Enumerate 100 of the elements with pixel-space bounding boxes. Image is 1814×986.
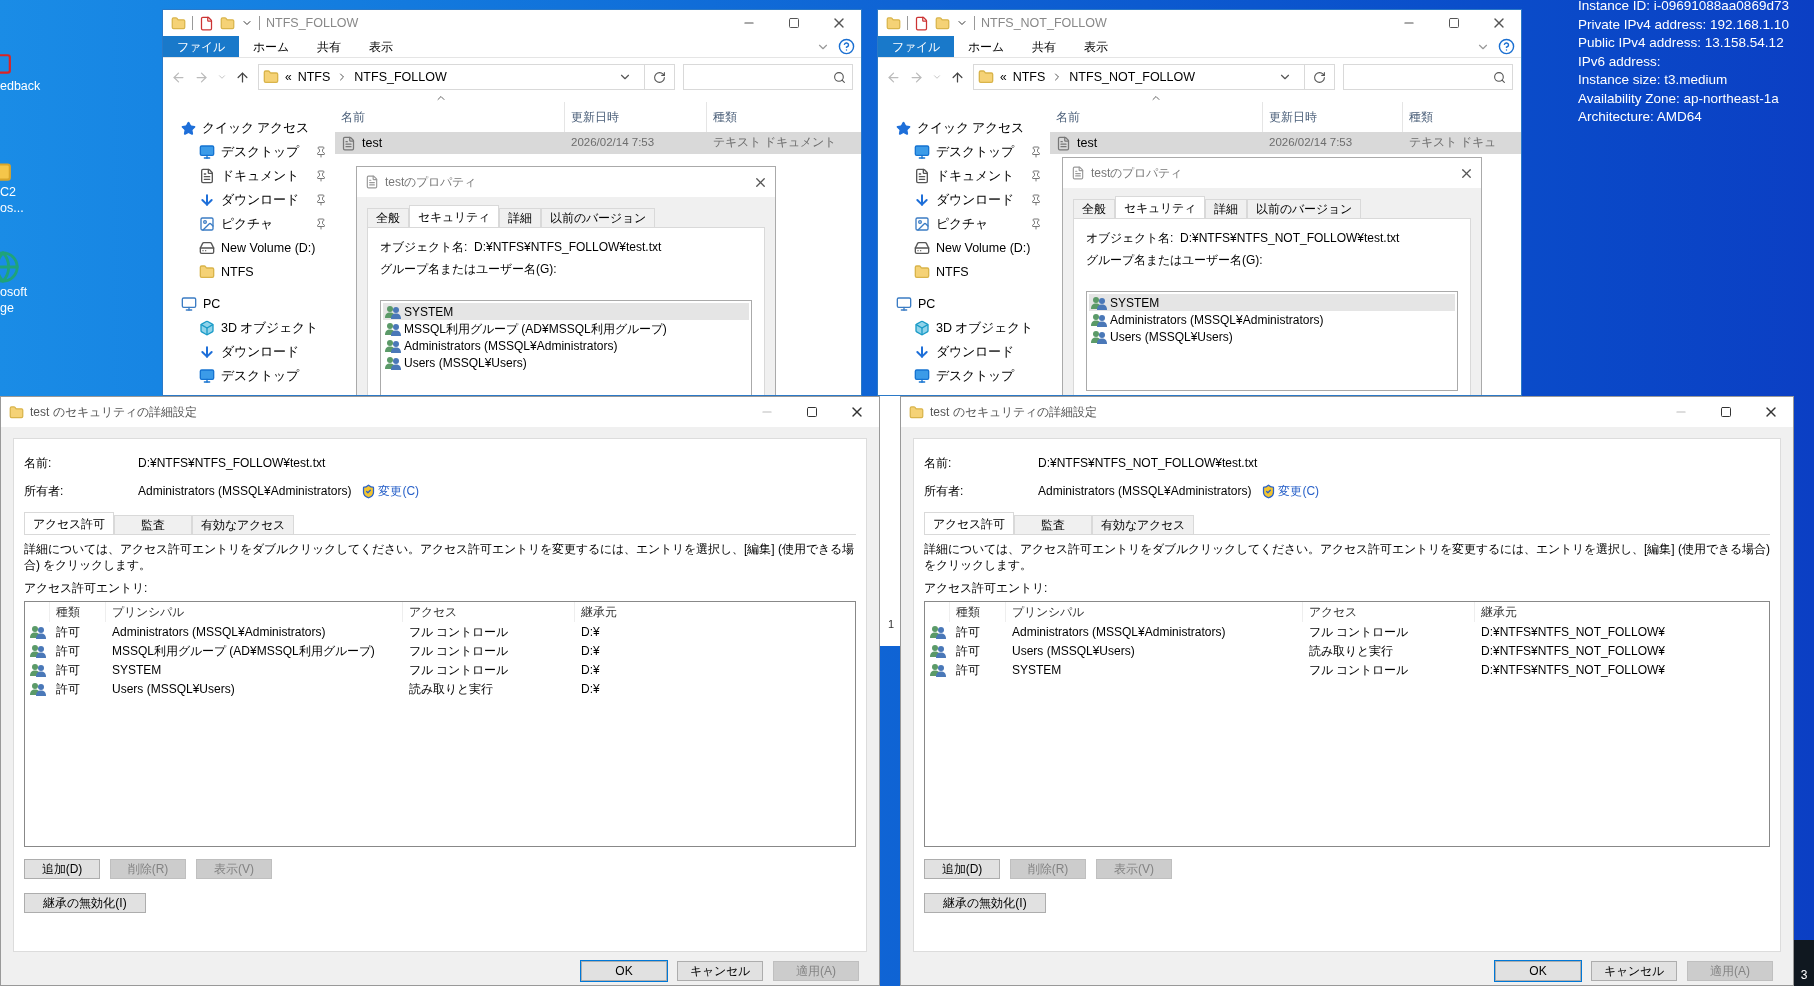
change-owner-link[interactable]: 変更(C) bbox=[1278, 482, 1320, 500]
ribbon-tab[interactable]: 表示 bbox=[1070, 36, 1122, 57]
change-owner-link[interactable]: 変更(C) bbox=[378, 482, 420, 500]
table-cell-text: D:¥ bbox=[580, 661, 600, 679]
breadcrumb-overflow[interactable]: « bbox=[1000, 68, 1007, 86]
ribbon-tab[interactable]: 表示 bbox=[355, 36, 407, 57]
drive-icon bbox=[914, 240, 930, 256]
nav-item[interactable]: ダウンロード bbox=[914, 340, 1048, 364]
help-icon[interactable] bbox=[838, 38, 855, 55]
dialog-tab[interactable]: 監査 bbox=[114, 515, 192, 534]
breadcrumb-item[interactable]: NTFS bbox=[1012, 67, 1046, 87]
breadcrumb-item[interactable]: NTFS_FOLLOW bbox=[354, 67, 447, 87]
nav-item[interactable]: 3D オブジェクト bbox=[914, 316, 1048, 340]
action-button[interactable]: 追加(D) bbox=[24, 859, 100, 879]
dialog-tab[interactable]: アクセス許可 bbox=[924, 512, 1014, 534]
ribbon-tab[interactable]: 共有 bbox=[303, 36, 355, 57]
dialog-tab[interactable]: 有効なアクセス bbox=[192, 515, 294, 534]
dialog-button[interactable]: OK bbox=[1495, 961, 1581, 981]
forward-icon[interactable] bbox=[194, 69, 209, 85]
ribbon-tab[interactable]: ホーム bbox=[239, 36, 303, 57]
nav-item[interactable]: デスクトップ bbox=[199, 364, 333, 388]
search-field[interactable] bbox=[683, 64, 853, 90]
object-name: D:¥NTFS¥NTFS_NOT_FOLLOW¥test.txt bbox=[1180, 230, 1400, 247]
dialog-tab[interactable]: セキュリティ bbox=[1115, 196, 1205, 218]
principal-item[interactable]: SYSTEM bbox=[383, 303, 749, 320]
ribbon-tab[interactable]: 共有 bbox=[1018, 36, 1070, 57]
column-header[interactable]: 種類 bbox=[950, 602, 1006, 622]
refresh-icon bbox=[653, 70, 666, 84]
dialog-button[interactable]: OK bbox=[581, 961, 667, 981]
nav-item[interactable]: クイック アクセス bbox=[181, 116, 333, 140]
table-cell-text: フル コントロール bbox=[1308, 661, 1410, 679]
back-icon[interactable] bbox=[171, 69, 186, 85]
dialog-tab[interactable]: 監査 bbox=[1014, 515, 1092, 534]
nav-item[interactable]: ダウンロード bbox=[199, 188, 333, 212]
column-header[interactable]: 継承元 bbox=[1475, 602, 1769, 622]
dialog-tab[interactable]: 詳細 bbox=[1205, 199, 1247, 218]
nav-item[interactable]: デスクトップ bbox=[914, 364, 1048, 388]
dialog-button[interactable]: キャンセル bbox=[677, 961, 763, 981]
nav-item[interactable]: ピクチャ bbox=[199, 212, 333, 236]
dialog-tab[interactable]: 以前のバージョン bbox=[1247, 199, 1361, 218]
column-header[interactable]: プリンシパル bbox=[106, 602, 403, 622]
nav-item[interactable]: デスクトップ bbox=[199, 140, 333, 164]
breadcrumb-overflow[interactable]: « bbox=[285, 68, 292, 86]
nav-item[interactable]: 3D オブジェクト bbox=[199, 316, 333, 340]
address-bar[interactable]: « NTFS NTFS_FOLLOW bbox=[258, 64, 675, 90]
ribbon-tab[interactable]: ファイル bbox=[163, 36, 239, 57]
dialog-tab[interactable]: 全般 bbox=[367, 208, 409, 227]
nav-item[interactable]: ピクチャ bbox=[914, 212, 1048, 236]
nav-item[interactable]: ドキュメント bbox=[199, 164, 333, 188]
dialog-tab[interactable]: 有効なアクセス bbox=[1092, 515, 1194, 534]
up-icon[interactable] bbox=[235, 69, 250, 85]
nav-item[interactable]: クイック アクセス bbox=[896, 116, 1048, 140]
dialog-tab[interactable]: 以前のバージョン bbox=[541, 208, 655, 227]
folder-icon[interactable] bbox=[935, 15, 950, 31]
nav-item[interactable]: ドキュメント bbox=[914, 164, 1048, 188]
up-icon[interactable] bbox=[950, 69, 965, 85]
action-button[interactable]: 追加(D) bbox=[924, 859, 1000, 879]
nav-item[interactable]: ダウンロード bbox=[914, 188, 1048, 212]
column-header[interactable]: 種類 bbox=[1403, 102, 1521, 132]
down-arrow-icon bbox=[914, 192, 930, 208]
nav-item[interactable]: PC bbox=[181, 292, 333, 316]
column-header[interactable]: 種類 bbox=[50, 602, 106, 622]
address-bar[interactable]: « NTFS NTFS_NOT_FOLLOW bbox=[973, 64, 1335, 90]
nav-item[interactable]: New Volume (D:) bbox=[199, 236, 333, 260]
column-header[interactable]: アクセス bbox=[403, 602, 575, 622]
column-header[interactable]: アクセス bbox=[1303, 602, 1475, 622]
disable-inheritance-button[interactable]: 継承の無効化(I) bbox=[24, 893, 146, 913]
folder-icon[interactable] bbox=[886, 15, 901, 31]
desktop-icon[interactable]: osoft ge bbox=[0, 250, 28, 316]
nav-item[interactable]: ダウンロード bbox=[199, 340, 333, 364]
folder-icon[interactable] bbox=[171, 15, 186, 31]
help-icon[interactable] bbox=[1498, 38, 1515, 55]
column-header[interactable]: 継承元 bbox=[575, 602, 855, 622]
dialog-tab[interactable]: セキュリティ bbox=[409, 205, 499, 227]
breadcrumb-item[interactable]: NTFS_NOT_FOLLOW bbox=[1069, 67, 1196, 87]
back-icon[interactable] bbox=[886, 69, 901, 85]
breadcrumb-item[interactable]: NTFS bbox=[297, 67, 331, 87]
nav-item[interactable]: New Volume (D:) bbox=[914, 236, 1048, 260]
ribbon-tab[interactable]: ホーム bbox=[954, 36, 1018, 57]
dialog-tab[interactable]: 全般 bbox=[1073, 199, 1115, 218]
field-label: 名前: bbox=[24, 455, 53, 472]
desktop-icon[interactable]: edback bbox=[0, 52, 41, 94]
disable-inheritance-button[interactable]: 継承の無効化(I) bbox=[924, 893, 1046, 913]
desktop-icon[interactable]: C2 os... bbox=[0, 158, 24, 216]
dialog-button[interactable]: キャンセル bbox=[1591, 961, 1677, 981]
search-field[interactable] bbox=[1343, 64, 1513, 90]
column-header[interactable]: 種類 bbox=[707, 102, 861, 132]
folder-icon[interactable] bbox=[220, 15, 235, 31]
ribbon-tab[interactable]: ファイル bbox=[878, 36, 954, 57]
nav-item[interactable]: デスクトップ bbox=[914, 140, 1048, 164]
nav-item[interactable]: NTFS bbox=[199, 260, 333, 284]
dialog-tab[interactable]: 詳細 bbox=[499, 208, 541, 227]
nav-item[interactable]: NTFS bbox=[914, 260, 1048, 284]
column-header[interactable]: プリンシパル bbox=[1006, 602, 1303, 622]
principal-item[interactable]: SYSTEM bbox=[1089, 294, 1455, 311]
nav-item[interactable]: PC bbox=[896, 292, 1048, 316]
file-row[interactable]: test 2026/02/14 7:53 テキスト ドキュ bbox=[1050, 132, 1521, 154]
dialog-tab[interactable]: アクセス許可 bbox=[24, 512, 114, 534]
forward-icon[interactable] bbox=[909, 69, 924, 85]
file-row[interactable]: test 2026/02/14 7:53 テキスト ドキュメント bbox=[335, 132, 861, 154]
